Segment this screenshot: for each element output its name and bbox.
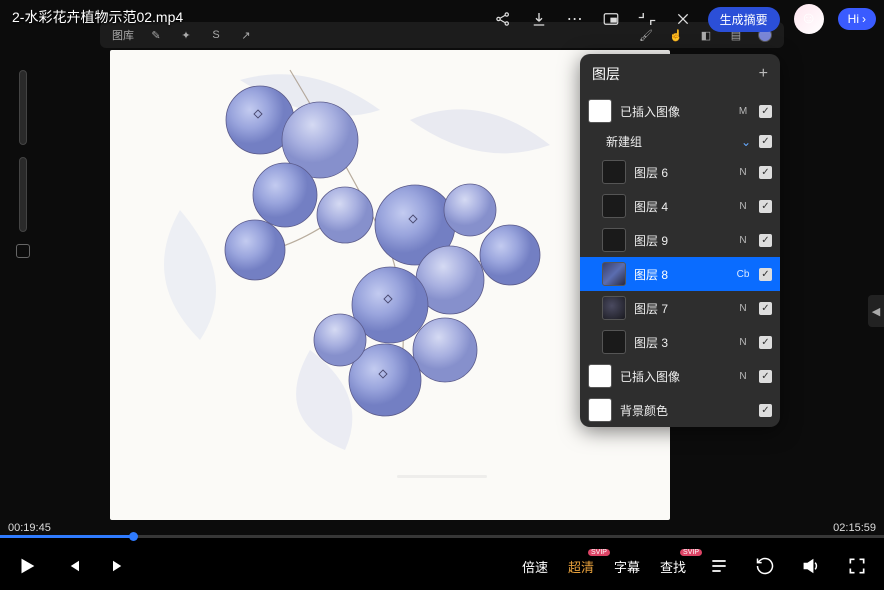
layer-thumbnail xyxy=(602,228,626,252)
layer-name: 图层 7 xyxy=(634,300,727,317)
layer-name: 图层 6 xyxy=(634,164,727,181)
layer-row[interactable]: 背景颜色 ✓ xyxy=(580,393,780,427)
blend-mode: Cb xyxy=(735,269,751,280)
quality-button[interactable]: 超清SVIP xyxy=(568,557,594,576)
loop-icon[interactable] xyxy=(752,553,778,579)
visibility-checkbox[interactable]: ✓ xyxy=(759,302,772,315)
svip-badge-2: SVIP xyxy=(680,549,702,556)
visibility-checkbox[interactable]: ✓ xyxy=(759,234,772,247)
layer-row[interactable]: 图层 8 Cb ✓ xyxy=(580,257,780,291)
visibility-checkbox[interactable]: ✓ xyxy=(759,404,772,417)
blend-mode: N xyxy=(735,303,751,314)
play-button[interactable] xyxy=(14,553,40,579)
layer-thumbnail xyxy=(602,160,626,184)
layers-title: 图层 xyxy=(592,64,620,84)
search-button[interactable]: 查找SVIP xyxy=(660,557,686,576)
layer-name: 图层 4 xyxy=(634,198,727,215)
layer-row[interactable]: 图层 4 N ✓ xyxy=(580,189,780,223)
layer-name: 图层 9 xyxy=(634,232,727,249)
layer-row[interactable]: 图层 6 N ✓ xyxy=(580,155,780,189)
blend-mode: N xyxy=(735,371,751,382)
chevron-down-icon[interactable]: ⌄ xyxy=(741,135,751,149)
blend-mode: N xyxy=(735,337,751,348)
layer-row[interactable]: 图层 3 N ✓ xyxy=(580,325,780,359)
video-title-bar: 2-水彩花卉植物示范02.mp4 xyxy=(0,0,884,34)
progress-bar[interactable] xyxy=(0,535,884,538)
layer-name: 新建组 xyxy=(606,133,733,150)
blend-mode: M xyxy=(735,106,751,117)
layer-name: 图层 3 xyxy=(634,334,727,351)
brush-opacity-slider[interactable] xyxy=(19,157,27,232)
layer-row[interactable]: 新建组 ⌄ ✓ xyxy=(580,128,780,155)
brush-sliders xyxy=(16,70,30,258)
layer-name: 已插入图像 xyxy=(620,103,727,120)
fullscreen-icon[interactable] xyxy=(844,553,870,579)
visibility-checkbox[interactable]: ✓ xyxy=(759,370,772,383)
layer-name: 已插入图像 xyxy=(620,368,727,385)
layer-thumbnail xyxy=(602,330,626,354)
add-layer-button[interactable]: + xyxy=(759,65,768,83)
subtitle-button[interactable]: 字幕 xyxy=(614,557,640,576)
visibility-checkbox[interactable]: ✓ xyxy=(759,166,772,179)
layers-panel: 图层 + 已插入图像 M ✓ 新建组 ⌄ ✓ 图层 6 N ✓ 图层 4 N ✓ 图层 9 N ✓ 图层 8 C… xyxy=(580,54,780,427)
modify-button[interactable] xyxy=(16,244,30,258)
visibility-checkbox[interactable]: ✓ xyxy=(759,268,772,281)
visibility-checkbox[interactable]: ✓ xyxy=(759,105,772,118)
playlist-icon[interactable] xyxy=(706,553,732,579)
current-time: 00:19:45 xyxy=(8,522,51,534)
brush-size-slider[interactable] xyxy=(19,70,27,145)
visibility-checkbox[interactable]: ✓ xyxy=(759,135,772,148)
video-frame: 图库 ✎ ✦ S ↗ 🖌 ☝ ◧ ▤ xyxy=(0,0,884,538)
layer-row[interactable]: 图层 9 N ✓ xyxy=(580,223,780,257)
layer-row[interactable]: 已插入图像 M ✓ xyxy=(580,94,780,128)
blend-mode: N xyxy=(735,167,751,178)
layer-row[interactable]: 已插入图像 N ✓ xyxy=(580,359,780,393)
expand-arrow-icon[interactable]: ◀ xyxy=(868,295,884,327)
next-button[interactable] xyxy=(106,553,132,579)
player-controls: 倍速 超清SVIP 字幕 查找SVIP xyxy=(0,542,884,590)
layer-thumbnail xyxy=(602,194,626,218)
scrub-indicator xyxy=(397,475,487,478)
layer-thumbnail xyxy=(588,364,612,388)
speed-button[interactable]: 倍速 xyxy=(522,557,548,576)
volume-icon[interactable] xyxy=(798,553,824,579)
visibility-checkbox[interactable]: ✓ xyxy=(759,200,772,213)
layer-row[interactable]: 图层 7 N ✓ xyxy=(580,291,780,325)
layer-thumbnail xyxy=(588,398,612,422)
layer-thumbnail xyxy=(602,296,626,320)
video-filename: 2-水彩花卉植物示范02.mp4 xyxy=(12,7,183,27)
blend-mode: N xyxy=(735,201,751,212)
svip-badge: SVIP xyxy=(588,549,610,556)
visibility-checkbox[interactable]: ✓ xyxy=(759,336,772,349)
prev-button[interactable] xyxy=(60,553,86,579)
layer-thumbnail xyxy=(588,99,612,123)
duration: 02:15:59 xyxy=(833,522,876,534)
layer-thumbnail xyxy=(602,262,626,286)
blend-mode: N xyxy=(735,235,751,246)
layer-name: 背景颜色 xyxy=(620,402,727,419)
progress-fill xyxy=(0,535,133,538)
layer-name: 图层 8 xyxy=(634,266,727,283)
